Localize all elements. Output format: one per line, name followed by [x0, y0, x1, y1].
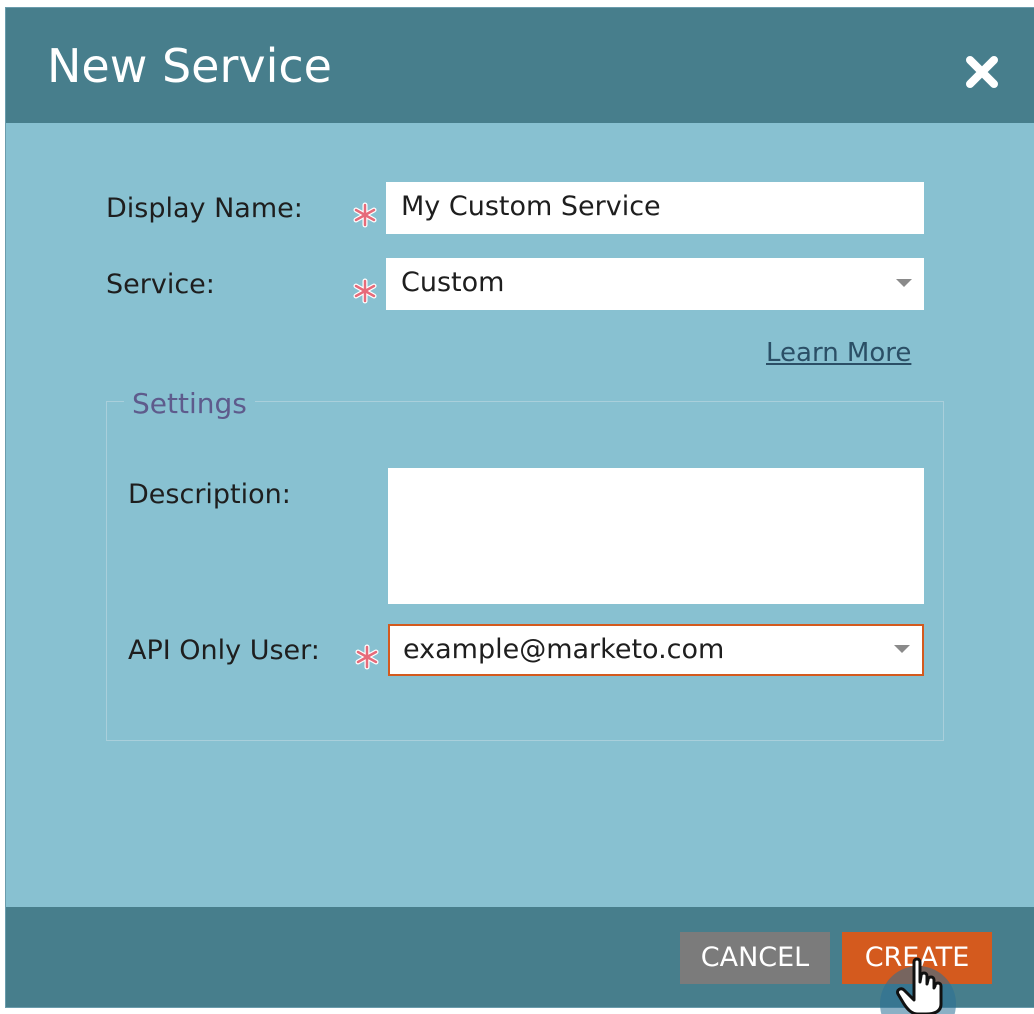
chevron-down-icon	[894, 645, 910, 653]
dialog-header: New Service	[6, 8, 1034, 123]
close-icon	[966, 56, 998, 88]
settings-legend: Settings	[124, 387, 255, 420]
close-button[interactable]	[962, 52, 1002, 92]
api-only-user-select[interactable]: example@marketo.com	[388, 624, 924, 676]
dialog-title: New Service	[47, 39, 332, 93]
new-service-dialog: New Service Display Name: My Custom Serv…	[6, 8, 1034, 1014]
cancel-button[interactable]: CANCEL	[680, 932, 830, 984]
description-textarea[interactable]	[388, 468, 924, 604]
chevron-down-icon	[896, 279, 912, 287]
service-label: Service:	[106, 269, 215, 300]
display-name-field[interactable]: My Custom Service	[386, 182, 924, 234]
description-label: Description:	[128, 479, 291, 510]
required-asterisk-icon	[355, 644, 379, 670]
learn-more-link[interactable]: Learn More	[766, 338, 911, 368]
pointer-cursor-icon	[880, 957, 956, 1014]
required-asterisk-icon	[353, 202, 377, 228]
required-asterisk-icon	[353, 278, 377, 304]
service-select[interactable]: Custom	[386, 258, 924, 310]
api-only-user-selected-value: example@marketo.com	[403, 634, 725, 665]
service-selected-value: Custom	[401, 267, 505, 298]
api-only-user-label: API Only User:	[128, 635, 320, 666]
display-name-label: Display Name:	[106, 193, 303, 224]
